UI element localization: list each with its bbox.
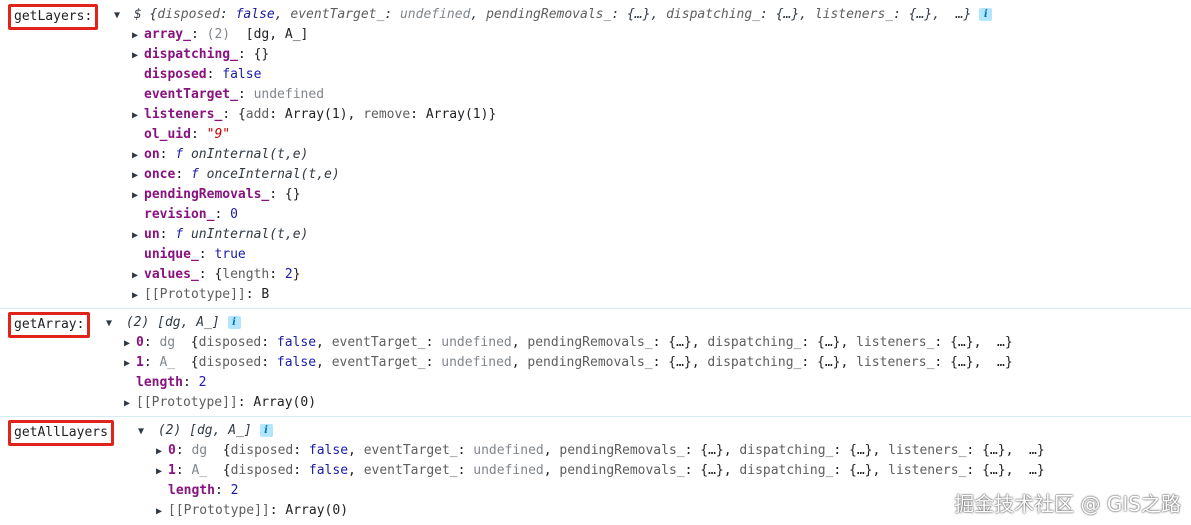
triangle-right-icon[interactable]: ▶: [132, 146, 144, 166]
prop-eventtarget: eventTarget_: undefined: [144, 87, 325, 102]
getarray-label: getArray:: [8, 312, 91, 338]
triangle-down-icon[interactable]: ▼: [138, 422, 150, 442]
info-icon[interactable]: i: [227, 316, 241, 329]
getalllayers-item-1[interactable]: ▶ 1: A_ {disposed: false, eventTarget_: u…: [156, 461, 1045, 481]
triangle-down-icon[interactable]: ▼: [106, 314, 118, 334]
prop-on[interactable]: ▶ on: f onInternal(t,e): [132, 145, 308, 165]
triangle-right-icon[interactable]: ▶: [156, 462, 168, 482]
prop-once[interactable]: ▶ once: f onceInternal(t,e): [132, 165, 340, 185]
getlayers-label: getLayers:: [8, 4, 99, 30]
getarray-prototype[interactable]: ▶ [[Prototype]]: Array(0): [124, 393, 316, 413]
prop-values[interactable]: ▶ values_: {length: 2}: [132, 265, 301, 285]
triangle-right-icon[interactable]: ▶: [124, 354, 136, 374]
prop-array[interactable]: ▶ array_: (2) [dg, A_]: [132, 25, 308, 45]
getarray-section: getArray: ▼ (2) [dg, A_] i ▶ 0: dg {dispo…: [0, 308, 1191, 417]
prop-revision: revision_: 0: [144, 207, 238, 222]
getalllayers-prototype[interactable]: ▶ [[Prototype]]: Array(0): [156, 501, 348, 521]
getalllayers-label: getAllLayers: [8, 420, 114, 446]
getalllayers-length: length: 2: [168, 483, 239, 498]
triangle-right-icon[interactable]: ▶: [124, 334, 136, 354]
prop-unique: unique_: true: [144, 247, 246, 262]
getarray-summary-row[interactable]: ▼ (2) [dg, A_] i: [106, 313, 241, 333]
getarray-length: length: 2: [136, 375, 207, 390]
info-icon[interactable]: i: [979, 8, 993, 21]
triangle-right-icon[interactable]: ▶: [132, 106, 144, 126]
prop-disposed: disposed: false: [144, 67, 262, 82]
triangle-right-icon[interactable]: ▶: [156, 442, 168, 462]
getarray-item-1[interactable]: ▶ 1: A_ {disposed: false, eventTarget_: u…: [124, 353, 1013, 373]
prop-prototype[interactable]: ▶ [[Prototype]]: B: [132, 285, 269, 305]
getalllayers-item-0[interactable]: ▶ 0: dg {disposed: false, eventTarget_: u…: [156, 441, 1045, 461]
triangle-right-icon[interactable]: ▶: [132, 286, 144, 306]
getlayers-section: getLayers: ▼ $ {disposed: false, eventTa…: [0, 0, 1191, 309]
watermark: 掘金技术社区 @ GIS之路: [954, 492, 1181, 516]
prop-dispatching[interactable]: ▶ dispatching_: {}: [132, 45, 269, 65]
info-icon[interactable]: i: [259, 424, 273, 437]
prop-un[interactable]: ▶ un: f unInternal(t,e): [132, 225, 308, 245]
getarray-item-0[interactable]: ▶ 0: dg {disposed: false, eventTarget_: u…: [124, 333, 1013, 353]
triangle-right-icon[interactable]: ▶: [132, 166, 144, 186]
triangle-right-icon[interactable]: ▶: [132, 26, 144, 46]
triangle-right-icon[interactable]: ▶: [132, 46, 144, 66]
getalllayers-summary-row[interactable]: ▼ (2) [dg, A_] i: [138, 421, 273, 441]
prop-pendingremovals[interactable]: ▶ pendingRemovals_: {}: [132, 185, 301, 205]
triangle-down-icon[interactable]: ▼: [114, 6, 126, 26]
triangle-right-icon[interactable]: ▶: [132, 186, 144, 206]
getlayers-summary-row[interactable]: ▼ $ {disposed: false, eventTarget_: unde…: [114, 5, 993, 26]
triangle-right-icon[interactable]: ▶: [132, 226, 144, 246]
triangle-right-icon[interactable]: ▶: [132, 266, 144, 286]
prop-listeners[interactable]: ▶ listeners_: {add: Array(1), remove: Arr…: [132, 105, 496, 125]
triangle-right-icon[interactable]: ▶: [156, 502, 168, 522]
prop-ol-uid: ol_uid: "9": [144, 127, 231, 142]
triangle-right-icon[interactable]: ▶: [124, 394, 136, 414]
